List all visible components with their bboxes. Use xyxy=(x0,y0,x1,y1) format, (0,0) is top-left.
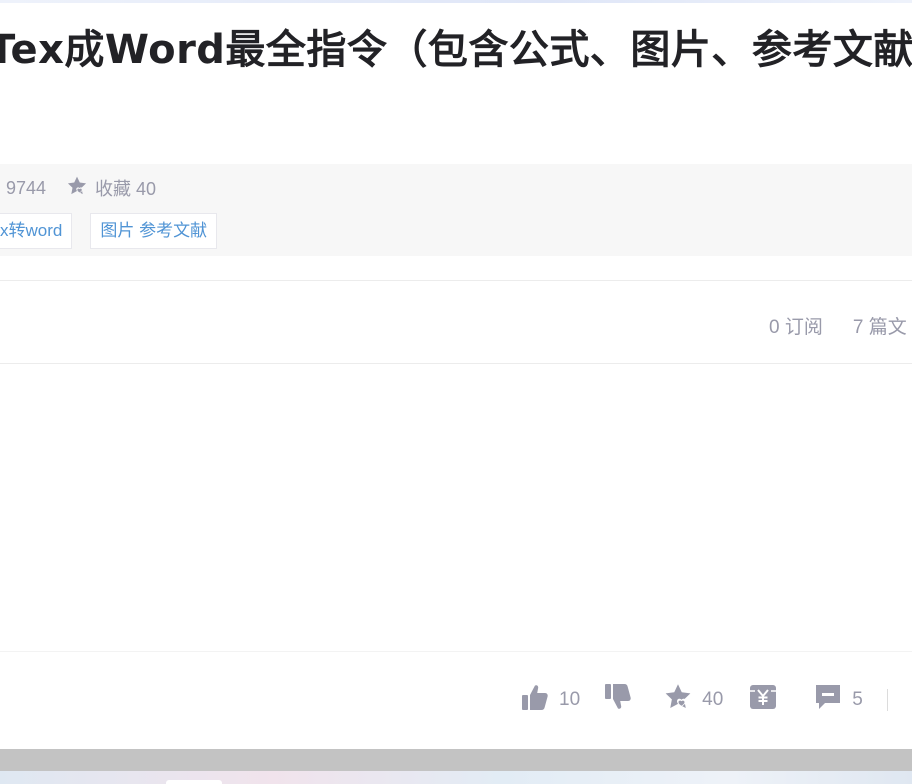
thumb-down-icon xyxy=(603,682,633,718)
dislike-button[interactable] xyxy=(603,682,633,718)
toolbar-separator xyxy=(886,689,888,711)
comment-button[interactable]: 5 xyxy=(813,682,863,718)
tag-list: x转word 图片 参考文献 xyxy=(0,213,235,249)
article-count: 7 篇文 xyxy=(852,317,907,338)
favorite-button[interactable]: 40 xyxy=(663,682,723,718)
action-toolbar: 10 40 5 xyxy=(520,684,888,716)
star-icon xyxy=(663,682,693,718)
bottom-scroll-bar[interactable] xyxy=(0,749,912,771)
comment-count: 5 xyxy=(852,689,863,710)
article-title: Tex成Word最全指令（包含公式、图片、参考文献 xyxy=(0,27,912,73)
meta-row: 9744 收藏 40 xyxy=(0,174,156,202)
taskbar-tab[interactable] xyxy=(166,780,222,784)
favorite-count: 40 xyxy=(702,689,724,710)
like-button[interactable]: 10 xyxy=(520,682,580,718)
tag-figure-references[interactable]: 图片 参考文献 xyxy=(90,213,218,249)
divider xyxy=(0,363,912,364)
taskbar-strip xyxy=(0,771,912,784)
article-meta-box: 9744 收藏 40 x转word 图片 参考文献 xyxy=(0,164,912,256)
reward-button[interactable] xyxy=(748,682,778,718)
tag-tex-to-word[interactable]: x转word xyxy=(0,213,73,249)
star-icon xyxy=(66,175,95,202)
thumb-up-icon xyxy=(520,682,550,718)
view-count: 9744 xyxy=(6,177,47,198)
favorite-count: 收藏 40 xyxy=(95,179,157,199)
divider xyxy=(0,651,912,652)
top-strip xyxy=(0,0,912,3)
divider xyxy=(0,280,912,281)
favorite-meta[interactable]: 收藏 40 xyxy=(66,175,156,202)
subscription-count: 0 订阅 xyxy=(769,317,823,338)
like-count: 10 xyxy=(559,689,581,710)
reward-icon xyxy=(748,682,778,718)
comment-icon xyxy=(813,682,843,718)
column-stats: 0 订阅 7 篇文 xyxy=(769,312,907,339)
